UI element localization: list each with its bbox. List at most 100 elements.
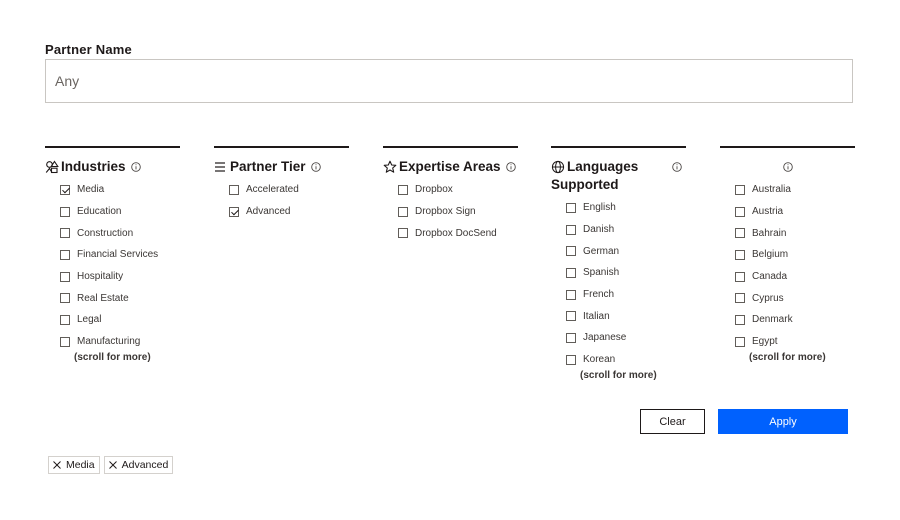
- checkbox-option[interactable]: Accelerated: [229, 179, 349, 201]
- checkbox-option[interactable]: Advanced: [229, 201, 349, 223]
- checkbox-option[interactable]: Hospitality: [60, 266, 180, 288]
- checkbox[interactable]: [60, 184, 70, 195]
- checkbox-option[interactable]: English: [566, 197, 686, 219]
- checkbox-option[interactable]: Japanese: [566, 327, 686, 349]
- checkbox[interactable]: [566, 289, 576, 300]
- option-label: Canada: [752, 271, 788, 283]
- partner-name-input[interactable]: [45, 59, 853, 103]
- checkbox[interactable]: [60, 271, 70, 282]
- option-label: Cyprus: [752, 292, 784, 304]
- filter-title: Languages: [567, 159, 639, 174]
- star-icon: [383, 160, 397, 173]
- filter-chip-media[interactable]: Media: [48, 456, 100, 474]
- info-icon[interactable]: [782, 162, 793, 172]
- filter-chip-advanced[interactable]: Advanced: [103, 456, 174, 474]
- checkbox-option[interactable]: Italian: [566, 305, 686, 327]
- option-label: Italian: [583, 310, 610, 322]
- chip-label: Media: [66, 459, 95, 471]
- option-label: German: [583, 245, 620, 257]
- checkbox[interactable]: [566, 224, 576, 235]
- checkbox-option[interactable]: Real Estate: [60, 287, 180, 309]
- option-label: Legal: [77, 314, 102, 326]
- checkbox-option[interactable]: Danish: [566, 219, 686, 241]
- filter-header: Partner Tier: [214, 158, 349, 176]
- filter-title: Expertise Areas: [399, 159, 501, 174]
- chip-label: Advanced: [121, 459, 169, 471]
- option-label: Dropbox: [415, 184, 453, 196]
- filter-languages: Languages Supported English Danish Germa…: [551, 146, 686, 381]
- checkbox-option[interactable]: Legal: [60, 309, 180, 331]
- option-label: Construction: [77, 227, 134, 239]
- checkbox-option[interactable]: Australia: [735, 179, 855, 201]
- checkbox-option[interactable]: Korean: [566, 349, 686, 371]
- checkbox-option[interactable]: German: [566, 240, 686, 262]
- close-icon[interactable]: [108, 461, 117, 469]
- option-label: Accelerated: [246, 184, 299, 196]
- checkbox-option[interactable]: Egypt: [735, 331, 855, 353]
- active-filter-chips: Media Advanced: [48, 456, 174, 474]
- info-icon[interactable]: [505, 162, 516, 172]
- checkbox[interactable]: [60, 228, 70, 239]
- checkbox-option[interactable]: Manufacturing: [60, 331, 180, 353]
- checkbox-option[interactable]: Dropbox DocSend: [398, 222, 518, 244]
- info-icon[interactable]: [310, 162, 321, 172]
- filter-header: Languages Supported: [551, 158, 686, 194]
- checkbox[interactable]: [566, 202, 576, 213]
- filter-title: Partner Tier: [230, 159, 306, 174]
- checkbox-option[interactable]: Austria: [735, 201, 855, 223]
- checkbox-option[interactable]: Education: [60, 201, 180, 223]
- checkbox-option[interactable]: Media: [60, 179, 180, 201]
- checkbox[interactable]: [60, 314, 70, 325]
- checkbox-option[interactable]: French: [566, 284, 686, 306]
- checkbox-option[interactable]: Construction: [60, 222, 180, 244]
- close-icon[interactable]: [53, 461, 61, 469]
- checkbox[interactable]: [398, 184, 408, 195]
- filter-title-line2: Supported: [551, 177, 619, 192]
- apply-button[interactable]: Apply: [718, 409, 848, 434]
- info-icon[interactable]: [672, 162, 682, 172]
- filter-header: Industries: [45, 158, 180, 176]
- option-label: Korean: [583, 354, 616, 366]
- checkbox[interactable]: [566, 246, 576, 257]
- checkbox-option[interactable]: Belgium: [735, 244, 855, 266]
- checkbox[interactable]: [735, 314, 745, 325]
- checkbox[interactable]: [735, 206, 745, 217]
- checkbox[interactable]: [60, 206, 70, 217]
- checkbox[interactable]: [566, 311, 576, 322]
- checkbox-option[interactable]: Bahrain: [735, 222, 855, 244]
- checkbox-option[interactable]: Spanish: [566, 262, 686, 284]
- checkbox[interactable]: [735, 336, 745, 347]
- filter-header: Expertise Areas: [383, 158, 518, 176]
- checkbox[interactable]: [735, 184, 745, 195]
- option-label: Bahrain: [752, 227, 787, 239]
- checkbox-option[interactable]: Financial Services: [60, 244, 180, 266]
- checkbox-option[interactable]: Canada: [735, 266, 855, 288]
- option-label: Media: [77, 184, 105, 196]
- clear-button[interactable]: Clear: [640, 409, 705, 434]
- checkbox[interactable]: [60, 336, 70, 347]
- checkbox[interactable]: [229, 184, 239, 195]
- checkbox[interactable]: [566, 267, 576, 278]
- checkbox-option[interactable]: Dropbox: [398, 179, 518, 201]
- checkbox[interactable]: [735, 249, 745, 260]
- checkbox[interactable]: [566, 354, 576, 365]
- checkbox[interactable]: [735, 271, 745, 282]
- checkbox[interactable]: [735, 293, 745, 304]
- checkbox[interactable]: [398, 206, 408, 217]
- checkbox[interactable]: [398, 228, 408, 239]
- checkbox-option[interactable]: Cyprus: [735, 287, 855, 309]
- scroll-hint: (scroll for more): [74, 351, 151, 363]
- checkbox[interactable]: [229, 206, 239, 217]
- checkbox-option[interactable]: Denmark: [735, 309, 855, 331]
- checkbox[interactable]: [60, 293, 70, 304]
- checkbox[interactable]: [60, 249, 70, 260]
- checkbox[interactable]: [735, 228, 745, 239]
- list-icon: [215, 162, 225, 172]
- filter-expertise-areas: Expertise Areas Dropbox Dropbox Sign Dro…: [383, 146, 518, 244]
- option-label: French: [583, 289, 615, 301]
- checkbox[interactable]: [566, 332, 576, 343]
- checkbox-option[interactable]: Dropbox Sign: [398, 201, 518, 223]
- filter-partner-tier: Partner Tier Accelerated Advanced: [214, 146, 349, 222]
- info-icon[interactable]: [130, 162, 141, 172]
- option-label: English: [583, 202, 616, 214]
